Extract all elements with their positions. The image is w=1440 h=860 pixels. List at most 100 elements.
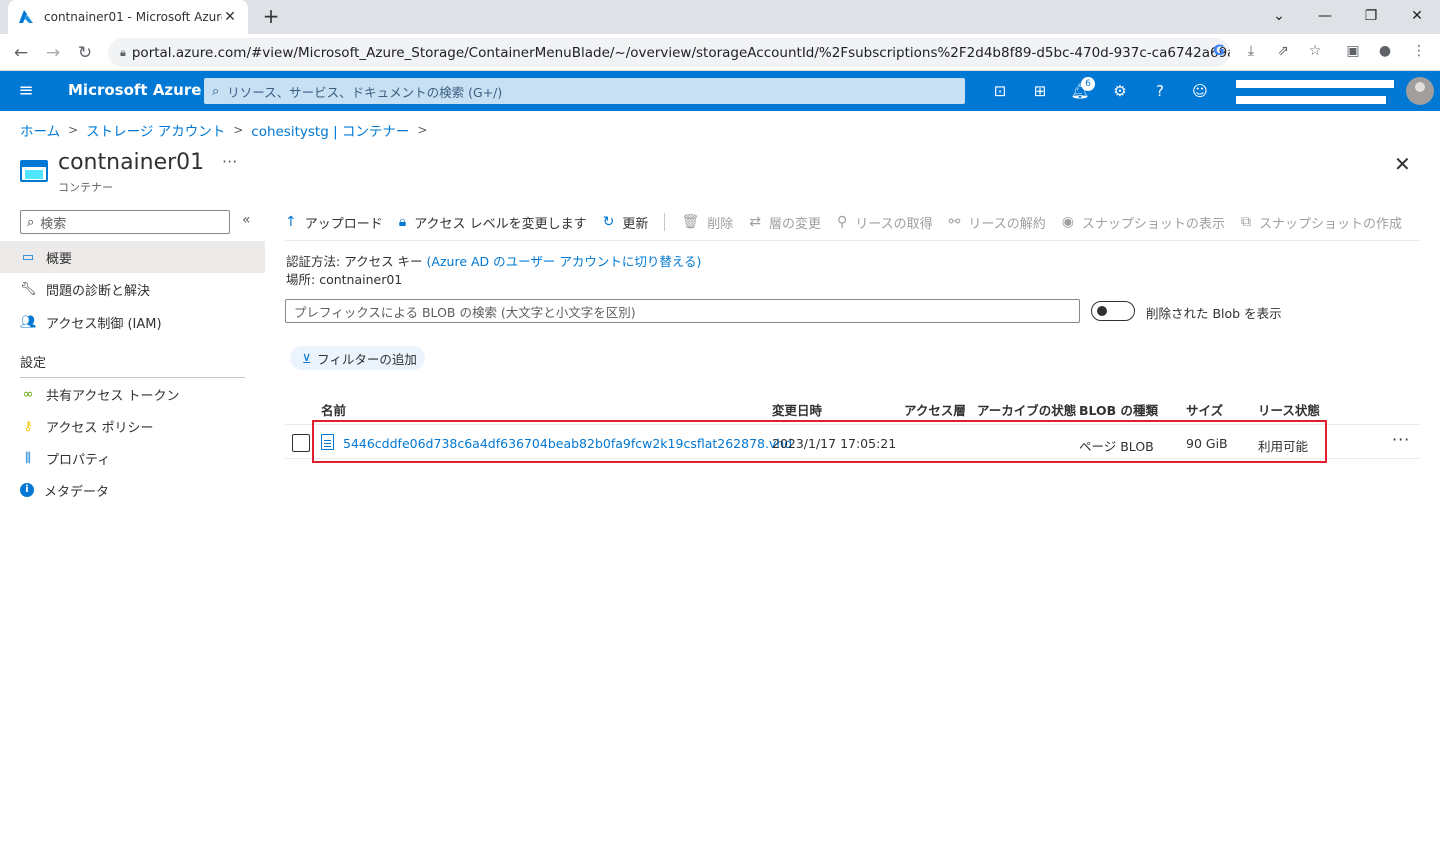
sidebar-item-sas[interactable]: ∞ 共有アクセス トークン — [0, 378, 265, 410]
forward-icon[interactable]: → — [40, 40, 66, 66]
breadcrumb-separator: > — [68, 123, 79, 137]
breadcrumb-storage-accounts[interactable]: ストレージ アカウント — [86, 120, 225, 140]
sidebar-item-access-policy[interactable]: ⚷ アクセス ポリシー — [0, 410, 265, 442]
notification-badge: 6 — [1081, 77, 1095, 91]
hamburger-menu-icon[interactable]: ≡ — [14, 79, 38, 103]
breadcrumb-containers[interactable]: cohesitystg | コンテナー — [251, 120, 409, 140]
sidebar-item-label: 共有アクセス トークン — [46, 388, 180, 404]
refresh-button[interactable]: ↻ 更新 — [603, 213, 649, 232]
break-lease-label: リースの解約 — [968, 216, 1046, 232]
reload-icon[interactable]: ↻ — [72, 40, 98, 66]
info-icon: i — [20, 483, 34, 497]
auth-method-label: 認証方法: — [286, 254, 341, 269]
tab-search-icon[interactable]: ⌄ — [1256, 2, 1302, 30]
lock-icon: 🔒︎ — [398, 214, 407, 230]
url-text: portal.azure.com/#view/Microsoft_Azure_S… — [131, 44, 1230, 61]
overview-icon: ▭ — [21, 249, 35, 265]
add-filter-button[interactable]: ⊻ フィルターの追加 — [290, 346, 425, 370]
url-field[interactable]: 🔒︎ portal.azure.com/#view/Microsoft_Azur… — [108, 38, 1230, 67]
sidebar-item-label: 概要 — [46, 251, 73, 267]
container-icon — [20, 160, 48, 182]
global-search-input[interactable]: ⌕ リソース、サービス、ドキュメントの検索 (G+/) — [204, 78, 965, 104]
sidebar-item-label: アクセス制御 (IAM) — [46, 316, 162, 332]
switch-to-azure-ad-link[interactable]: (Azure AD のユーザー アカウントに切り替える) — [427, 254, 702, 269]
profile-icon[interactable]: ● — [1374, 43, 1396, 63]
command-separator — [664, 213, 666, 231]
key-icon: ⚷ — [23, 418, 33, 434]
delete-button[interactable]: 🗑︎ 削除 — [681, 213, 733, 232]
directory-filter-icon[interactable]: ⊞ — [1028, 79, 1052, 103]
google-icon[interactable]: G — [1208, 43, 1230, 63]
row-select-checkbox[interactable] — [292, 434, 310, 452]
add-filter-label: フィルターの追加 — [317, 351, 417, 367]
sidebar-item-properties[interactable]: ⫼ プロパティ — [0, 442, 265, 474]
tab-title: contnainer01 - Microsoft Azure — [44, 10, 222, 24]
tab-close-icon[interactable]: ✕ — [222, 9, 238, 25]
sidebar-group-settings: 設定 — [20, 356, 47, 371]
sidebar-item-overview[interactable]: ▭ 概要 — [0, 241, 265, 273]
sidebar-item-iam[interactable]: 👥︎ アクセス制御 (IAM) — [0, 306, 265, 338]
column-header-blob-type[interactable]: BLOB の種類 — [1079, 400, 1158, 419]
share-icon[interactable]: ⇗ — [1272, 43, 1294, 63]
avatar[interactable] — [1406, 77, 1434, 105]
column-header-modified[interactable]: 変更日時 — [772, 400, 822, 419]
breadcrumb-separator: > — [233, 123, 244, 137]
browser-menu-icon[interactable]: ⋮ — [1408, 43, 1430, 63]
auth-method-value: アクセス キー — [344, 254, 423, 269]
cloud-shell-icon[interactable]: ⊡ — [988, 79, 1012, 103]
auth-method-row: 認証方法: アクセス キー (Azure AD のユーザー アカウントに切り替え… — [286, 251, 701, 270]
acquire-lease-button[interactable]: ⚲ リースの取得 — [837, 213, 933, 232]
change-access-level-button[interactable]: 🔒︎ アクセス レベルを変更します — [399, 213, 587, 232]
people-icon: 👥︎ — [20, 314, 37, 330]
new-tab-button[interactable]: + — [258, 4, 284, 30]
break-lease-button[interactable]: ⚯ リースの解約 — [949, 213, 1046, 232]
row-more-icon[interactable]: ··· — [1392, 430, 1410, 449]
sidebar-item-diagnose[interactable]: 🔧︎ 問題の診断と解決 — [0, 273, 265, 305]
column-header-size[interactable]: サイズ — [1186, 400, 1223, 419]
sidebar-item-label: 問題の診断と解決 — [46, 283, 151, 299]
global-search-placeholder: リソース、サービス、ドキュメントの検索 (G+/) — [227, 84, 503, 100]
settings-gear-icon[interactable]: ⚙ — [1108, 79, 1132, 103]
bookmark-star-icon[interactable]: ☆ — [1304, 43, 1326, 63]
wrench-icon: 🔧︎ — [20, 281, 37, 297]
create-snapshot-button[interactable]: ⧉ スナップショットの作成 — [1241, 213, 1402, 232]
more-options-icon[interactable]: ··· — [222, 152, 237, 171]
feedback-icon[interactable]: ☺ — [1188, 79, 1212, 103]
sidebar-item-metadata[interactable]: i メタデータ — [0, 474, 265, 506]
blob-search-placeholder: プレフィックスによる BLOB の検索 (大文字と小文字を区別) — [294, 304, 636, 320]
show-deleted-blobs-toggle[interactable] — [1091, 301, 1135, 321]
highlight-annotation — [312, 420, 1327, 463]
back-icon[interactable]: ← — [8, 40, 34, 66]
minimize-icon[interactable]: — — [1302, 2, 1348, 30]
column-header-archive-status[interactable]: アーカイブの状態 — [977, 400, 1076, 419]
window-close-icon[interactable]: ✕ — [1394, 2, 1440, 30]
refresh-label: 更新 — [622, 216, 649, 232]
account-info-redacted[interactable] — [1236, 78, 1396, 106]
swap-icon: ⇄ — [749, 214, 761, 230]
column-header-access-tier[interactable]: アクセス層 — [904, 400, 966, 419]
lock-icon: 🔒︎ — [120, 45, 126, 59]
restore-icon[interactable]: ❐ — [1348, 2, 1394, 30]
column-header-lease-state[interactable]: リース状態 — [1258, 400, 1320, 419]
trash-icon: 🗑︎ — [681, 214, 700, 230]
column-header-name[interactable]: 名前 — [321, 400, 346, 419]
browser-tab-bar: contnainer01 - Microsoft Azure ✕ + ⌄ — ❐… — [0, 0, 1440, 34]
delete-label: 削除 — [707, 216, 734, 232]
help-icon[interactable]: ? — [1148, 79, 1172, 103]
sidepanel-icon[interactable]: ▣ — [1342, 43, 1364, 63]
browser-tab[interactable]: contnainer01 - Microsoft Azure ✕ — [8, 0, 248, 34]
azure-brand[interactable]: Microsoft Azure — [68, 81, 201, 99]
install-icon[interactable]: ⤓ — [1240, 43, 1262, 63]
sidebar-search-input[interactable]: ⌕ 検索 — [20, 210, 230, 234]
search-icon: ⌕ — [27, 214, 35, 230]
upload-button[interactable]: ↑ アップロード — [285, 213, 383, 232]
link-icon: ⚲ — [836, 214, 848, 230]
view-snapshots-button[interactable]: ◉ スナップショットの表示 — [1062, 213, 1225, 232]
link-icon: ∞ — [22, 386, 34, 402]
collapse-sidebar-icon[interactable]: « — [242, 212, 251, 228]
close-blade-icon[interactable]: ✕ — [1394, 152, 1411, 176]
blob-prefix-search-input[interactable]: プレフィックスによる BLOB の検索 (大文字と小文字を区別) — [285, 299, 1080, 323]
change-tier-button[interactable]: ⇄ 層の変更 — [749, 213, 821, 232]
breadcrumb-home[interactable]: ホーム — [20, 120, 60, 140]
create-snapshot-label: スナップショットの作成 — [1258, 216, 1402, 232]
